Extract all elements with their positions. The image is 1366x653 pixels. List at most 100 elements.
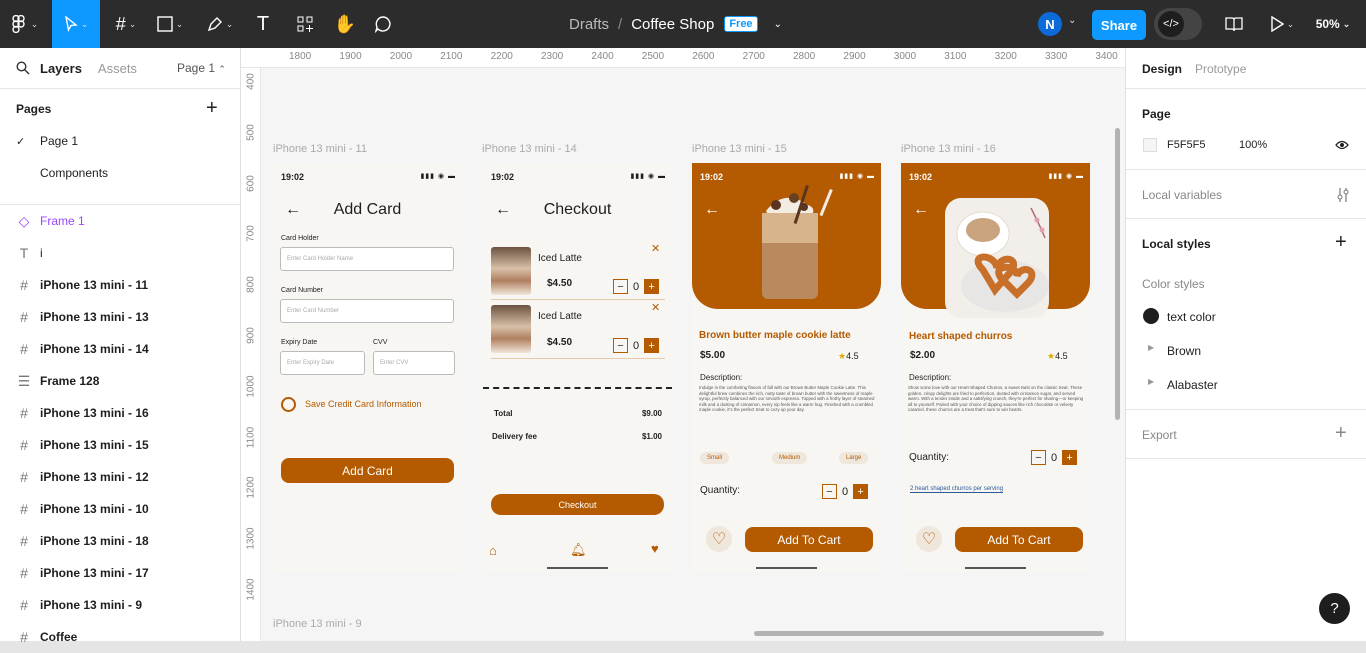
export-label[interactable]: Export [1142, 428, 1177, 442]
frame-label[interactable]: iPhone 13 mini - 16 [901, 143, 996, 155]
chevron-down-icon[interactable]: ⌄ [1068, 15, 1076, 26]
present-button[interactable]: ⌄ [1264, 0, 1300, 48]
tab-prototype[interactable]: Prototype [1195, 62, 1246, 76]
shape-tool-button[interactable]: ⌄ [150, 0, 190, 48]
main-menu-button[interactable]: ⌄ [0, 0, 48, 48]
plus-icon[interactable]: + [644, 279, 660, 294]
hand-tool-button[interactable]: ✋ [330, 0, 360, 48]
minus-icon[interactable]: − [1031, 450, 1046, 465]
caret-right-icon[interactable]: ▶ [1148, 377, 1154, 386]
minus-icon[interactable]: − [613, 338, 628, 353]
back-arrow-icon[interactable]: ← [913, 201, 929, 219]
page-color-value[interactable]: F5F5F5 [1167, 139, 1206, 151]
back-arrow-icon[interactable]: ← [704, 201, 720, 219]
frame-churros-product[interactable]: 19:02 ▮▮▮ ◉ ▬ ← Heart shaped churros $2.… [901, 163, 1090, 572]
quantity-stepper[interactable]: −0 + [1031, 450, 1078, 465]
layer-item[interactable]: # iPhone 13 mini - 10 [0, 493, 240, 525]
layer-item[interactable]: # iPhone 13 mini - 15 [0, 429, 240, 461]
layer-item[interactable]: ☰ Frame 128 [0, 365, 240, 397]
tab-design[interactable]: Design [1142, 62, 1182, 76]
help-button[interactable]: ? [1319, 593, 1350, 624]
pen-tool-button[interactable]: ⌄ [198, 0, 242, 48]
color-style-brown[interactable]: Brown [1167, 344, 1201, 358]
layer-item[interactable]: # iPhone 13 mini - 18 [0, 525, 240, 557]
favorite-button[interactable]: ♡ [706, 526, 732, 552]
add-to-cart-button[interactable]: Add To Cart [955, 527, 1083, 552]
card-number-field[interactable]: Enter Card Number [280, 299, 454, 323]
avatar[interactable]: N [1038, 12, 1062, 36]
cvv-field[interactable]: Enter CVV [373, 351, 455, 375]
bell-icon[interactable]: 🔔︎ [570, 542, 587, 558]
expiry-field[interactable]: Enter Expiry Date [280, 351, 365, 375]
frame-latte-product[interactable]: 19:02 ▮▮▮ ◉ ▬ ← Brown butter maple cooki… [692, 163, 881, 572]
zoom-control[interactable]: 50% ⌄ [1308, 0, 1358, 48]
size-chip-small[interactable]: Small [700, 452, 730, 464]
favorite-button[interactable]: ♡ [916, 526, 942, 552]
page-item-components[interactable]: Components [0, 157, 240, 189]
frame-label[interactable]: iPhone 13 mini - 11 [273, 143, 367, 155]
add-style-icon[interactable]: + [1335, 231, 1347, 254]
tab-layers[interactable]: Layers [40, 61, 82, 76]
frame-label[interactable]: iPhone 13 mini - 15 [692, 143, 787, 155]
page-color-swatch[interactable] [1143, 138, 1157, 152]
home-icon[interactable]: ⌂ [489, 543, 497, 558]
color-style-alabaster[interactable]: Alabaster [1167, 378, 1218, 392]
size-chip-large[interactable]: Large [839, 452, 869, 464]
quantity-stepper[interactable]: −0 + [822, 484, 869, 499]
share-button[interactable]: Share [1092, 10, 1146, 40]
size-chip-medium[interactable]: Medium [772, 452, 808, 464]
layer-item[interactable]: # Coffee [0, 621, 240, 653]
move-tool-button[interactable]: ⌄ [52, 0, 100, 48]
chevron-down-icon[interactable]: ⌄ [774, 19, 782, 30]
search-icon[interactable] [16, 61, 30, 75]
page-item-1[interactable]: ✓ Page 1 [0, 125, 240, 157]
frame-label[interactable]: iPhone 13 mini - 14 [482, 143, 577, 155]
remove-item-icon[interactable]: ✕ [651, 242, 660, 255]
heart-icon[interactable]: ♥ [651, 541, 659, 556]
add-export-icon[interactable]: + [1335, 422, 1347, 445]
canvas[interactable]: 1800 1900 2000 2100 2200 2300 2400 2500 2600 2700… [241, 48, 1125, 641]
text-tool-button[interactable]: T [248, 0, 278, 48]
layer-item[interactable]: # iPhone 13 mini - 9 [0, 589, 240, 621]
caret-right-icon[interactable]: ▶ [1148, 343, 1154, 352]
frame-tool-button[interactable]: # ⌄ [106, 0, 146, 48]
add-card-button[interactable]: Add Card [281, 458, 454, 483]
layer-item[interactable]: # iPhone 13 mini - 13 [0, 301, 240, 333]
checkout-button[interactable]: Checkout [491, 494, 664, 515]
layer-item[interactable]: # iPhone 13 mini - 11 [0, 269, 240, 301]
quantity-stepper[interactable]: −0 + [613, 338, 660, 353]
frame-label[interactable]: iPhone 13 mini - 9 [273, 618, 362, 630]
layer-item[interactable]: # iPhone 13 mini - 17 [0, 557, 240, 589]
quantity-stepper[interactable]: −0 + [613, 279, 660, 294]
variables-icon[interactable] [1336, 187, 1350, 203]
horizontal-scrollbar[interactable] [754, 631, 1104, 636]
library-button[interactable] [1220, 0, 1248, 48]
local-variables-label[interactable]: Local variables [1142, 188, 1222, 202]
add-to-cart-button[interactable]: Add To Cart [745, 527, 873, 552]
plus-icon[interactable]: + [853, 484, 869, 499]
page-selector[interactable]: Page 1 ⌃ [177, 61, 226, 75]
breadcrumb-drafts[interactable]: Drafts [569, 16, 609, 33]
frame-add-card[interactable]: 19:02 ▮▮▮ ◉ ▬ ← Add Card Card Holder Ent… [273, 163, 462, 572]
dev-mode-toggle[interactable]: </> [1154, 8, 1202, 40]
layer-item[interactable]: # iPhone 13 mini - 14 [0, 333, 240, 365]
vertical-scrollbar[interactable] [1115, 128, 1120, 420]
layer-item[interactable]: # iPhone 13 mini - 16 [0, 397, 240, 429]
save-card-radio[interactable] [281, 397, 296, 412]
plus-icon[interactable]: + [644, 338, 660, 353]
tab-assets[interactable]: Assets [98, 61, 137, 76]
color-style-text-color[interactable]: text color [1167, 310, 1216, 324]
plus-icon[interactable]: + [1062, 450, 1078, 465]
comment-tool-button[interactable] [368, 0, 398, 48]
file-name[interactable]: Coffee Shop [631, 16, 714, 33]
page-opacity[interactable]: 100% [1239, 139, 1267, 151]
layer-item[interactable]: ◇ Frame 1 [0, 205, 240, 237]
minus-icon[interactable]: − [822, 484, 837, 499]
minus-icon[interactable]: − [613, 279, 628, 294]
eye-icon[interactable] [1335, 140, 1349, 150]
resources-button[interactable] [290, 0, 320, 48]
card-holder-field[interactable]: Enter Card Holder Name [280, 247, 454, 271]
add-page-icon[interactable]: + [206, 97, 218, 120]
layer-item[interactable]: # iPhone 13 mini - 12 [0, 461, 240, 493]
remove-item-icon[interactable]: ✕ [651, 301, 660, 314]
